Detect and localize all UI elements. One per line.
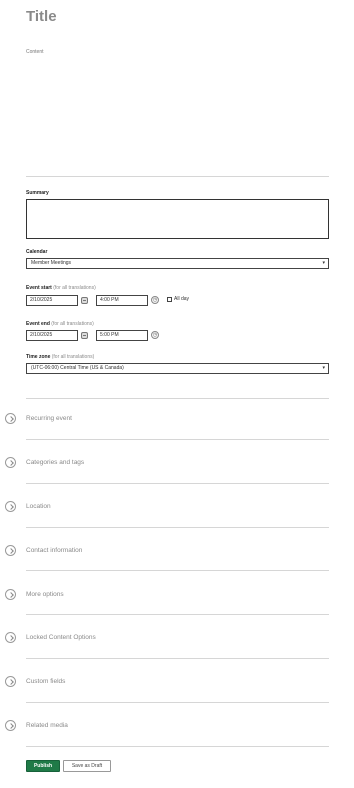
calendar-select[interactable]: Member Meetings ▾: [26, 258, 329, 269]
content-editor[interactable]: Content: [26, 49, 44, 55]
section-location[interactable]: Location: [26, 503, 51, 510]
section-locked-content-options[interactable]: Locked Content Options: [26, 634, 96, 641]
divider: [26, 527, 329, 528]
timezone-label-text: Time zone: [26, 354, 51, 360]
divider: [26, 398, 329, 399]
expand-icon[interactable]: [5, 676, 16, 687]
title-field[interactable]: Title: [26, 8, 57, 25]
divider: [26, 614, 329, 615]
event-end-time-input[interactable]: 5:00 PM: [96, 330, 148, 341]
section-more-options[interactable]: More options: [26, 591, 64, 598]
expand-icon[interactable]: [5, 632, 16, 643]
event-start-date-input[interactable]: 2/10/2025: [26, 295, 78, 306]
all-day-checkbox[interactable]: [167, 297, 172, 302]
event-start-label-text: Event start: [26, 285, 52, 291]
event-start-label: Event start (for all translations): [26, 285, 96, 291]
publish-button[interactable]: Publish: [26, 760, 60, 772]
expand-icon[interactable]: [5, 545, 16, 556]
chevron-down-icon: ▾: [322, 365, 325, 371]
section-recurring-event[interactable]: Recurring event: [26, 415, 72, 422]
event-end-hint: (for all translations): [51, 321, 94, 327]
event-end-label-text: Event end: [26, 321, 50, 327]
divider: [26, 176, 329, 177]
event-end-label: Event end (for all translations): [26, 321, 94, 327]
expand-icon[interactable]: [5, 589, 16, 600]
divider: [26, 746, 329, 747]
expand-icon[interactable]: [5, 457, 16, 468]
clock-icon[interactable]: ◷: [151, 331, 159, 339]
clock-icon[interactable]: ◷: [151, 296, 159, 304]
calendar-label: Calendar: [26, 249, 48, 255]
divider: [26, 439, 329, 440]
section-custom-fields[interactable]: Custom fields: [26, 678, 65, 685]
all-day-label: All day: [174, 296, 190, 302]
timezone-select[interactable]: (UTC-06:00) Central Time (US & Canada) ▾: [26, 363, 329, 374]
divider: [26, 483, 329, 484]
event-start-hint: (for all translations): [53, 285, 96, 291]
chevron-down-icon: ▾: [322, 260, 325, 266]
calendar-icon[interactable]: [81, 332, 88, 339]
event-start-time-input[interactable]: 4:00 PM: [96, 295, 148, 306]
calendar-select-value: Member Meetings: [31, 260, 72, 266]
section-contact-information[interactable]: Contact information: [26, 547, 82, 554]
summary-label: Summary: [26, 190, 49, 196]
event-end-date-input[interactable]: 2/10/2025: [26, 330, 78, 341]
expand-icon[interactable]: [5, 501, 16, 512]
timezone-select-value: (UTC-06:00) Central Time (US & Canada): [31, 365, 124, 371]
section-categories-tags[interactable]: Categories and tags: [26, 459, 84, 466]
summary-textarea[interactable]: [26, 199, 329, 239]
section-related-media[interactable]: Related media: [26, 722, 68, 729]
save-draft-button[interactable]: Save as Draft: [63, 760, 111, 772]
divider: [26, 570, 329, 571]
expand-icon[interactable]: [5, 720, 16, 731]
divider: [26, 702, 329, 703]
calendar-icon[interactable]: [81, 297, 88, 304]
expand-icon[interactable]: [5, 413, 16, 424]
divider: [26, 658, 329, 659]
timezone-label: Time zone (for all translations): [26, 354, 94, 360]
timezone-hint: (for all translations): [51, 354, 95, 360]
